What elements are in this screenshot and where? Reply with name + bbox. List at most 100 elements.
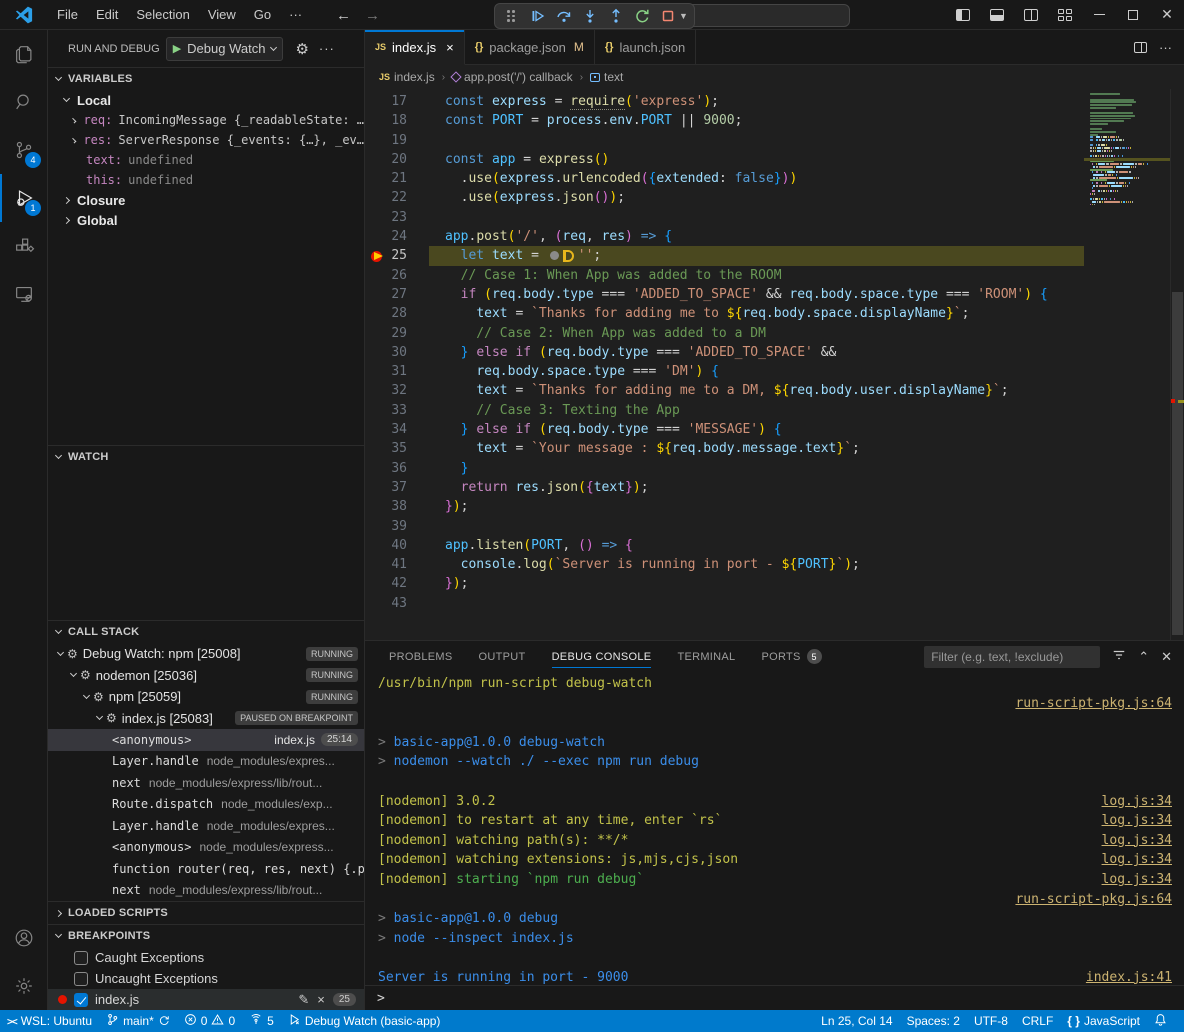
status-notifications[interactable] [1147, 1010, 1174, 1032]
tab-launch-json[interactable]: {}launch.json [595, 30, 696, 64]
code-line[interactable]: 36 } [365, 459, 1084, 478]
breakpoints-section-header[interactable]: BREAKPOINTS [48, 925, 364, 947]
code-line[interactable]: 19 [365, 131, 1084, 150]
breadcrumb-item[interactable]: text [590, 70, 623, 84]
code-line[interactable]: 27 if (req.body.type === 'ADDED_TO_SPACE… [365, 285, 1084, 304]
code-line[interactable]: 33 // Case 3: Texting the App [365, 401, 1084, 420]
tab-package-json[interactable]: {}package.jsonM [465, 30, 595, 64]
activitybar-extensions-icon[interactable] [0, 222, 47, 270]
code-line[interactable]: 24app.post('/', (req, res) => { [365, 227, 1084, 246]
status-ports[interactable]: 5 [242, 1010, 281, 1032]
variable-scope-global[interactable]: Global [48, 210, 364, 230]
menu-selection[interactable]: Selection [127, 0, 198, 30]
breakpoint-row[interactable]: Uncaught Exceptions [48, 968, 364, 989]
status-indentation[interactable]: Spaces: 2 [900, 1010, 967, 1032]
forward-arrow-icon[interactable]: → [365, 7, 380, 24]
menu-go[interactable]: Go [245, 0, 280, 30]
code-line[interactable]: 22 .use(express.json()); [365, 188, 1084, 207]
editor-more-actions-icon[interactable]: ··· [1159, 40, 1172, 55]
code-line[interactable]: 43 [365, 594, 1084, 613]
activitybar-source-control-icon[interactable]: 4 [0, 126, 47, 174]
stop-icon[interactable] [657, 5, 679, 27]
debug-console-output[interactable]: /usr/bin/npm run-script debug-watchrun-s… [365, 672, 1184, 985]
close-tab-icon[interactable]: × [446, 40, 454, 55]
code-editor[interactable]: 17const express = require('express');18c… [365, 89, 1084, 640]
code-line[interactable]: 30 } else if (req.body.type === 'ADDED_T… [365, 343, 1084, 362]
source-link[interactable]: run-script-pkg.js:64 [1015, 694, 1172, 714]
menu-file[interactable]: File [48, 0, 87, 30]
status-branch[interactable]: main* [99, 1010, 177, 1032]
paused-breakpoint-icon[interactable] [371, 250, 383, 262]
restart-icon[interactable] [631, 5, 653, 27]
callstack-frame[interactable]: <anonymous>index.js25:14 [48, 729, 364, 751]
code-line[interactable]: 21 .use(express.urlencoded({extended: fa… [365, 169, 1084, 188]
toggle-sidebar-icon[interactable] [946, 0, 980, 30]
code-line[interactable]: 26 // Case 1: When App was added to the … [365, 266, 1084, 285]
panel-tab-ports[interactable]: PORTS5 [761, 641, 821, 672]
console-filter-input[interactable]: Filter (e.g. text, !exclude) [924, 646, 1100, 668]
panel-tab-terminal[interactable]: TERMINAL [677, 641, 735, 672]
status-eol[interactable]: CRLF [1015, 1010, 1060, 1032]
code-line[interactable]: 25 let text = ''; [365, 246, 1084, 265]
step-into-icon[interactable] [579, 5, 601, 27]
code-line[interactable]: 35 text = `Your message : ${req.body.mes… [365, 439, 1084, 458]
activitybar-run-and-debug-icon[interactable]: 1 [0, 174, 47, 222]
breakpoint-checkbox[interactable] [74, 993, 88, 1007]
watch-section-header[interactable]: WATCH [48, 446, 364, 468]
breakpoint-row[interactable]: Caught Exceptions [48, 947, 364, 968]
breakpoint-row[interactable]: index.js✎×25 [48, 989, 364, 1010]
activitybar-settings-icon[interactable] [0, 962, 47, 1010]
callstack-session[interactable]: ⚙npm [25059]RUNNING [48, 686, 364, 708]
callstack-frame[interactable]: <anonymous>node_modules/express... [48, 837, 364, 859]
code-line[interactable]: 38}); [365, 497, 1084, 516]
code-line[interactable]: 23 [365, 208, 1084, 227]
scrollbar-thumb[interactable] [1172, 292, 1183, 635]
status-debug-status[interactable]: Debug Watch (basic-app) [281, 1010, 448, 1032]
menu-view[interactable]: View [199, 0, 245, 30]
collapse-panel-icon[interactable]: ⌃ [1138, 649, 1149, 665]
variables-section-header[interactable]: VARIABLES [48, 68, 364, 90]
activitybar-explorer-icon[interactable] [0, 30, 47, 78]
stop-dropdown-chevron-icon[interactable]: ▼ [679, 11, 688, 21]
edit-breakpoint-icon[interactable]: ✎ [298, 992, 309, 1008]
status-encoding[interactable]: UTF-8 [967, 1010, 1015, 1032]
callstack-frame[interactable]: nextnode_modules/express/lib/rout... [48, 880, 364, 902]
minimize-button[interactable] [1082, 0, 1116, 30]
start-debug-icon[interactable]: ▶ [173, 42, 181, 55]
source-link[interactable]: index.js:41 [1086, 968, 1172, 985]
maximize-button[interactable] [1116, 0, 1150, 30]
continue-icon[interactable] [527, 5, 549, 27]
activitybar-accounts-icon[interactable] [0, 914, 47, 962]
variable-row[interactable]: this:undefined [48, 170, 364, 190]
code-line[interactable]: 34 } else if (req.body.type === 'MESSAGE… [365, 420, 1084, 439]
variable-row[interactable]: text:undefined [48, 150, 364, 170]
panel-tab-output[interactable]: OUTPUT [479, 641, 526, 672]
tab-index-js[interactable]: JSindex.js× [365, 30, 465, 65]
close-panel-icon[interactable]: ✕ [1161, 649, 1172, 665]
menu-edit[interactable]: Edit [87, 0, 127, 30]
minimap[interactable] [1084, 89, 1170, 640]
step-over-icon[interactable] [553, 5, 575, 27]
code-line[interactable]: 37 return res.json({text}); [365, 478, 1084, 497]
launch-config-dropdown[interactable]: ▶ Debug Watch [166, 37, 284, 61]
remove-breakpoint-icon[interactable]: × [317, 992, 325, 1007]
debug-console-input[interactable]: > [365, 985, 1184, 1010]
callstack-frame[interactable]: function router(req, res, next) {.pr [48, 858, 364, 880]
code-line[interactable]: 29 // Case 2: When App was added to a DM [365, 324, 1084, 343]
breadcrumb-item[interactable]: JSindex.js [379, 70, 435, 84]
close-button[interactable]: ✕ [1150, 0, 1184, 30]
status-problems[interactable]: 00 [177, 1010, 242, 1032]
callstack-session[interactable]: ⚙index.js [25083]PAUSED ON BREAKPOINT [48, 708, 364, 730]
more-actions-icon[interactable]: ··· [319, 41, 335, 56]
callstack-frame[interactable]: Route.dispatchnode_modules/exp... [48, 794, 364, 816]
status-cursor-position[interactable]: Ln 25, Col 14 [814, 1010, 899, 1032]
menu-[interactable]: ··· [280, 0, 311, 30]
activitybar-search-icon[interactable] [0, 78, 47, 126]
panel-tab-problems[interactable]: PROBLEMS [389, 641, 453, 672]
variable-row[interactable]: res:ServerResponse {_events: {…}, _ev… [48, 130, 364, 150]
callstack-frame[interactable]: nextnode_modules/express/lib/rout... [48, 772, 364, 794]
variable-scope-closure[interactable]: Closure [48, 190, 364, 210]
breadcrumb[interactable]: JSindex.js›app.post('/') callback›text [365, 65, 1184, 89]
callstack-frame[interactable]: Layer.handlenode_modules/expres... [48, 751, 364, 773]
variable-row[interactable]: req:IncomingMessage {_readableState: … [48, 110, 364, 130]
